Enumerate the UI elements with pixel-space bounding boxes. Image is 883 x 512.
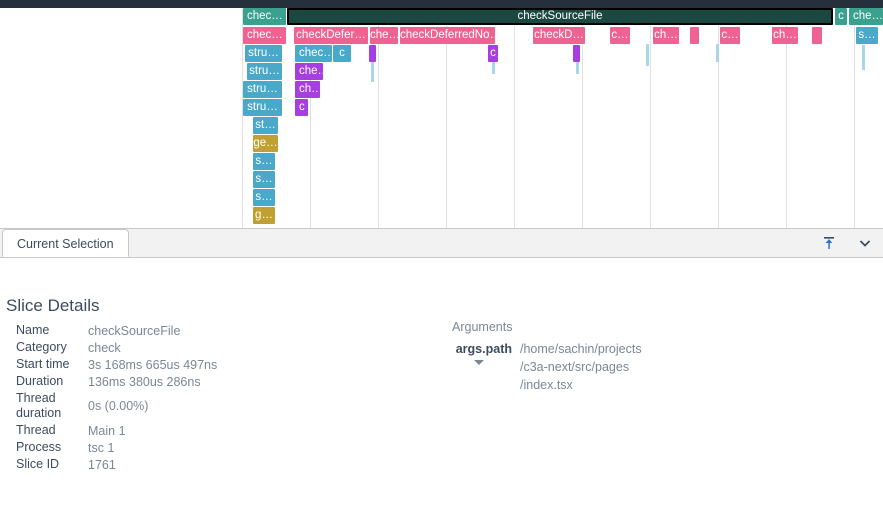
detail-key: Category [16, 340, 67, 354]
move-to-top-icon[interactable] [819, 233, 839, 253]
flamegraph-slice[interactable]: c [488, 45, 498, 62]
details-tab-actions [819, 229, 875, 257]
flamegraph-slice[interactable]: ch… [295, 81, 320, 98]
flamegraph-slice[interactable]: ch… [772, 27, 798, 44]
detail-key: Thread duration [16, 391, 62, 420]
flamegraph-slice[interactable]: c [835, 8, 847, 25]
flamegraph-slice[interactable] [690, 27, 699, 44]
tab-current-selection[interactable]: Current Selection [2, 229, 129, 257]
slice-connector [371, 62, 374, 82]
flamegraph-slice[interactable]: ge… [253, 135, 278, 152]
flamegraph-slice[interactable]: c… [610, 27, 630, 44]
flamegraph-slice[interactable]: chec… [243, 8, 286, 25]
flamegraph-slice[interactable] [369, 45, 376, 62]
perfetto-trace-viewer: chec… checkSourceFile c che… chec… checkDefer… [0, 0, 883, 512]
timeline-gridline [514, 8, 515, 228]
flamegraph-slice[interactable]: stru… [247, 63, 282, 80]
table-row: Process tsc 1 [16, 439, 436, 456]
arguments-block: Arguments args.path /home/sachin/project… [452, 320, 852, 394]
flamegraph-slice[interactable]: stru… [243, 81, 282, 98]
flamegraph-slice[interactable]: c [295, 99, 308, 116]
arguments-expand-caret[interactable] [474, 360, 484, 365]
detail-value: checkSourceFile [88, 323, 181, 338]
detail-value: 136ms 380us 286ns [88, 374, 201, 389]
slice-connector [646, 44, 649, 66]
arguments-title: Arguments [452, 320, 513, 334]
detail-key: Slice ID [16, 457, 60, 471]
flamegraph-slice[interactable]: stru… [245, 45, 282, 62]
timeline-gridline [854, 8, 855, 228]
arguments-row: args.path /home/sachin/projects /c3a-nex… [452, 340, 852, 394]
detail-key: Duration [16, 374, 64, 388]
details-panel: Current Selection Slice Details Name che… [0, 228, 883, 512]
table-row: Name checkSourceFile [16, 322, 436, 339]
table-row: Duration 136ms 380us 286ns [16, 373, 436, 390]
flamegraph-slice[interactable]: g… [253, 207, 275, 224]
arguments-value: /home/sachin/projects /c3a-next/src/page… [520, 342, 642, 392]
flamegraph-slice[interactable]: c [333, 45, 351, 62]
flamegraph-slice[interactable]: checkDeferredNo… [400, 27, 495, 44]
slice-connector [716, 44, 719, 62]
detail-key: Process [16, 440, 62, 454]
flamegraph-slice[interactable]: stru… [243, 99, 282, 116]
table-row: Thread duration 0s (0.00%) [16, 390, 436, 422]
detail-value: Main 1 [88, 423, 126, 438]
details-tabstrip: Current Selection [0, 229, 883, 258]
detail-key: Thread [16, 423, 56, 437]
detail-value: 3s 168ms 665us 497ns [88, 357, 218, 372]
arguments-key: args.path [455, 342, 512, 356]
flamegraph-slice[interactable]: che… [849, 8, 883, 25]
flamegraph-slice[interactable]: s… [253, 171, 275, 188]
flamegraph-slice[interactable] [812, 27, 822, 44]
chevron-down-icon[interactable] [855, 233, 875, 253]
flamegraph-slice[interactable]: c… [720, 27, 740, 44]
flamegraph-slice[interactable]: che… [295, 63, 323, 80]
flamegraph-slice[interactable]: ch… [653, 27, 679, 44]
details-body: Slice Details Name checkSourceFile Categor… [0, 258, 883, 512]
flamegraph-slice[interactable]: s… [253, 189, 275, 206]
flamegraph-slice[interactable]: s… [856, 27, 878, 44]
flamegraph-slice[interactable] [573, 45, 580, 62]
flamegraph-slice[interactable]: che… [370, 27, 398, 44]
flamegraph-slice[interactable]: st… [253, 117, 278, 134]
detail-value: 0s (0.00%) [88, 399, 149, 413]
detail-value: tsc 1 [88, 440, 115, 455]
table-row: Category check [16, 339, 436, 356]
flamegraph-slice[interactable]: checkDefer… [294, 27, 368, 44]
flamegraph-slice[interactable]: s… [253, 153, 275, 170]
slice-connector [576, 62, 579, 74]
page-title: Slice Details [6, 296, 100, 315]
detail-key: Name [16, 323, 50, 337]
flamegraph-slice[interactable]: chec… [243, 27, 286, 44]
detail-value: check [88, 340, 121, 355]
flamegraph-slice-selected[interactable]: checkSourceFile [287, 8, 833, 25]
detail-value: 1761 [88, 457, 116, 472]
detail-key: Start time [16, 357, 70, 371]
timeline-gridline [650, 8, 651, 228]
slice-details-table: Name checkSourceFile Category check Start ti… [16, 322, 436, 473]
timeline-gridline [718, 8, 719, 228]
flamegraph-slice[interactable]: checkD… [533, 27, 585, 44]
flamegraph-slice[interactable]: chec… [295, 45, 332, 62]
slice-connector [862, 45, 865, 70]
flamegraph-timeline[interactable]: chec… checkSourceFile c che… chec… checkDefer… [0, 8, 883, 228]
top-dark-strip [0, 0, 883, 8]
table-row: Start time 3s 168ms 665us 497ns [16, 356, 436, 373]
table-row: Thread Main 1 [16, 422, 436, 439]
table-row: Slice ID 1761 [16, 456, 436, 473]
slice-connector [492, 62, 495, 74]
